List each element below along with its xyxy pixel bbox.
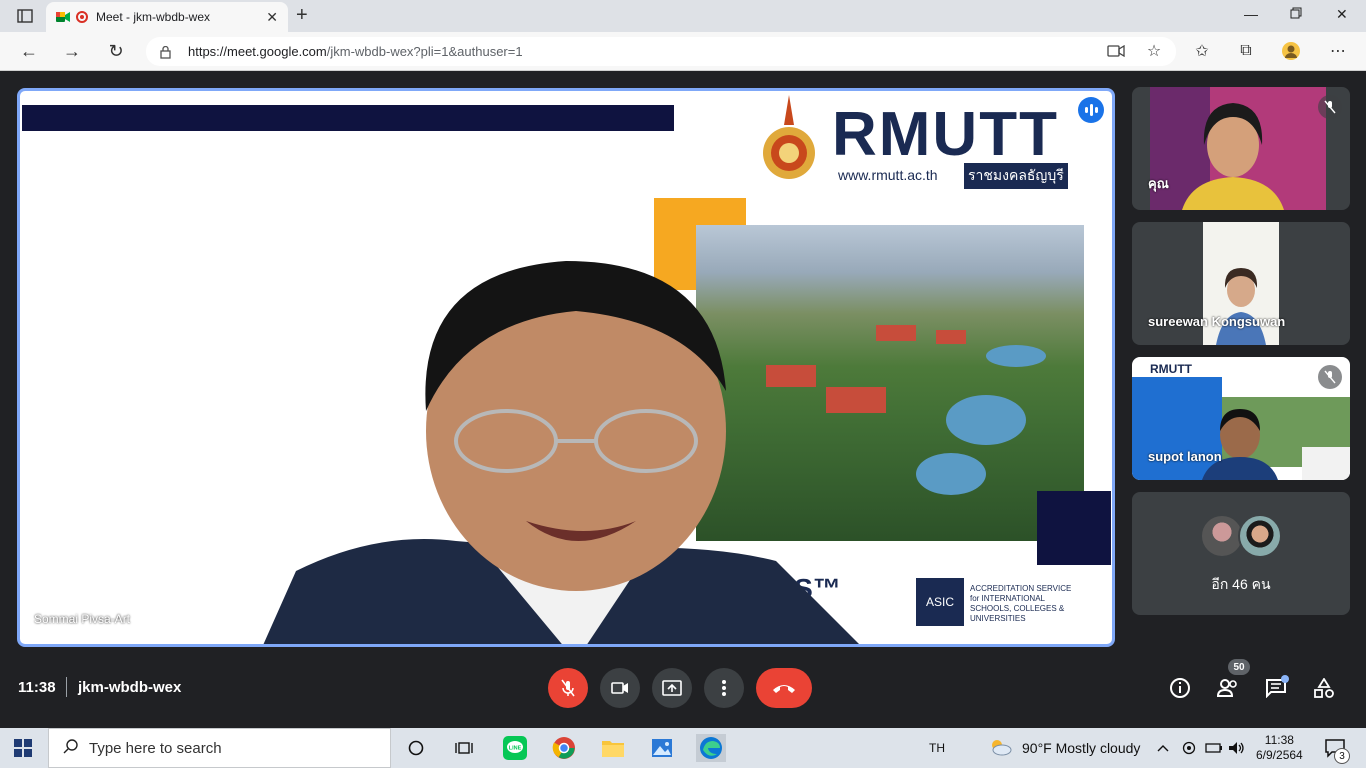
phone-hangup-icon xyxy=(773,685,795,693)
chat-unread-dot xyxy=(1281,675,1289,683)
meeting-time: 11:38 xyxy=(18,679,56,696)
close-window-icon[interactable]: ✕ xyxy=(1336,6,1348,23)
clock-time: 11:38 xyxy=(1264,733,1294,747)
meeting-code: jkm-wbdb-wex xyxy=(78,679,182,696)
windows-taskbar: Type here to search LINE TH 90°F Mostly … xyxy=(0,728,1366,768)
edge-icon[interactable] xyxy=(696,734,726,762)
windows-start-icon[interactable] xyxy=(14,739,32,757)
more-vert-icon xyxy=(722,680,726,696)
activities-icon[interactable] xyxy=(1312,676,1336,700)
task-view-icon[interactable] xyxy=(449,734,479,762)
participant-name: คุณ xyxy=(1148,176,1169,191)
camera-in-use-icon[interactable] xyxy=(1106,41,1126,61)
show-hidden-icons[interactable] xyxy=(1157,728,1169,768)
minimize-icon[interactable]: — xyxy=(1244,6,1258,22)
asic-caption: ACCREDITATION SERVICE for INTERNATIONAL … xyxy=(970,584,1072,623)
volume-icon[interactable] xyxy=(1228,728,1246,768)
address-bar-row: ← → ↻ https://meet.google.com/jkm-wbdb-w… xyxy=(0,32,1366,71)
line-app-icon[interactable]: LINE xyxy=(500,734,530,762)
people-icon[interactable] xyxy=(1216,676,1240,700)
notification-count-badge: 3 xyxy=(1334,748,1350,764)
url-field[interactable]: https://meet.google.com/jkm-wbdb-wex?pli… xyxy=(146,37,1176,66)
meet-area: RMUTT www.rmutt.ac.th ราชมงคลธัญบุรี STA… xyxy=(0,71,1366,728)
active-tab[interactable]: Meet - jkm-wbdb-wex ✕ xyxy=(46,2,288,32)
more-avatars xyxy=(1200,514,1282,558)
avatar xyxy=(1238,514,1282,558)
present-icon xyxy=(662,680,682,696)
favorites-icon[interactable]: ✩ xyxy=(1192,41,1212,61)
battery-icon[interactable] xyxy=(1205,728,1223,768)
svg-text:RMUTT: RMUTT xyxy=(1150,362,1193,376)
camera-tray-icon[interactable] xyxy=(1181,728,1197,768)
forward-icon[interactable]: → xyxy=(61,40,83,62)
weather-text: 90°F Mostly cloudy xyxy=(1022,740,1141,756)
leave-call-button[interactable] xyxy=(756,668,812,708)
camera-toggle-button[interactable] xyxy=(600,668,640,708)
search-icon xyxy=(63,738,79,759)
muted-mic-icon xyxy=(1318,365,1342,389)
search-placeholder: Type here to search xyxy=(89,739,222,757)
chrome-icon[interactable] xyxy=(549,734,579,762)
participant-tile[interactable]: RMUTT supot lanon xyxy=(1132,357,1350,480)
present-screen-button[interactable] xyxy=(652,668,692,708)
participant-name: sureewan Kongsuwan xyxy=(1148,314,1286,329)
refresh-icon[interactable]: ↻ xyxy=(105,40,127,62)
weather-widget[interactable]: 90°F Mostly cloudy xyxy=(988,728,1140,768)
meeting-details-icon[interactable] xyxy=(1168,676,1192,700)
profile-avatar-icon[interactable] xyxy=(1281,41,1301,61)
slide-title-bar xyxy=(22,105,674,131)
lock-icon xyxy=(160,45,172,59)
slide-website: www.rmutt.ac.th xyxy=(838,167,938,183)
slide-brand-text: RMUTT xyxy=(832,100,1059,169)
recording-icon xyxy=(76,11,88,23)
tab-title: Meet - jkm-wbdb-wex xyxy=(96,10,211,24)
file-explorer-icon[interactable] xyxy=(598,734,628,762)
slide-navy-square xyxy=(1037,491,1111,565)
url-path: /jkm-wbdb-wex?pli=1&authuser=1 xyxy=(326,44,523,59)
participant-tile[interactable]: sureewan Kongsuwan xyxy=(1132,222,1350,345)
participant-name: supot lanon xyxy=(1148,449,1222,464)
meet-favicon-icon xyxy=(56,11,70,23)
asic-logo: ASIC xyxy=(916,578,964,626)
svg-text:LINE: LINE xyxy=(509,746,522,752)
cortana-icon[interactable] xyxy=(401,734,431,762)
more-participants-tile[interactable]: อีก 46 คน xyxy=(1132,492,1350,615)
restore-icon[interactable] xyxy=(1290,6,1302,22)
main-stage-video[interactable]: RMUTT www.rmutt.ac.th ราชมงคลธัญบุรี STA… xyxy=(17,88,1115,647)
notifications-icon[interactable]: 3 xyxy=(1324,728,1350,768)
mic-toggle-button[interactable] xyxy=(548,668,588,708)
more-participants-label: อีก 46 คน xyxy=(1211,576,1271,592)
url-host: https://meet.google.com xyxy=(188,44,327,59)
settings-more-icon[interactable]: ⋯ xyxy=(1328,41,1348,61)
speaking-indicator-icon xyxy=(1078,97,1104,123)
camera-icon xyxy=(611,682,628,694)
collections-icon[interactable]: ⧉ xyxy=(1236,41,1256,61)
participant-tile[interactable]: คุณ xyxy=(1132,87,1350,210)
speaker-name-label: Sommai Pivsa-Art xyxy=(34,612,131,626)
more-options-button[interactable] xyxy=(704,668,744,708)
university-seal-logo xyxy=(760,95,818,185)
speaker-video-figure xyxy=(256,241,896,644)
system-clock[interactable]: 11:38 6/9/2564 xyxy=(1256,728,1303,768)
people-count-badge: 50 xyxy=(1228,659,1250,675)
new-tab-icon[interactable]: + xyxy=(296,5,308,25)
back-icon[interactable]: ← xyxy=(18,40,40,62)
cloud-sun-icon xyxy=(988,738,1012,759)
close-tab-icon[interactable]: ✕ xyxy=(266,9,278,26)
browser-tab-bar: Meet - jkm-wbdb-wex ✕ + — ✕ xyxy=(0,0,1366,32)
input-language[interactable]: TH xyxy=(929,728,945,768)
tab-actions-icon[interactable] xyxy=(14,5,36,27)
taskbar-search-box[interactable]: Type here to search xyxy=(48,728,391,768)
photos-icon[interactable] xyxy=(647,734,677,762)
muted-mic-icon xyxy=(1318,95,1342,119)
add-favorite-icon[interactable]: ☆ xyxy=(1144,41,1164,61)
divider xyxy=(66,677,67,697)
mic-off-icon xyxy=(561,679,575,697)
slide-brand-thai: ราชมงคลธัญบุรี xyxy=(964,163,1068,189)
clock-date: 6/9/2564 xyxy=(1256,748,1303,762)
